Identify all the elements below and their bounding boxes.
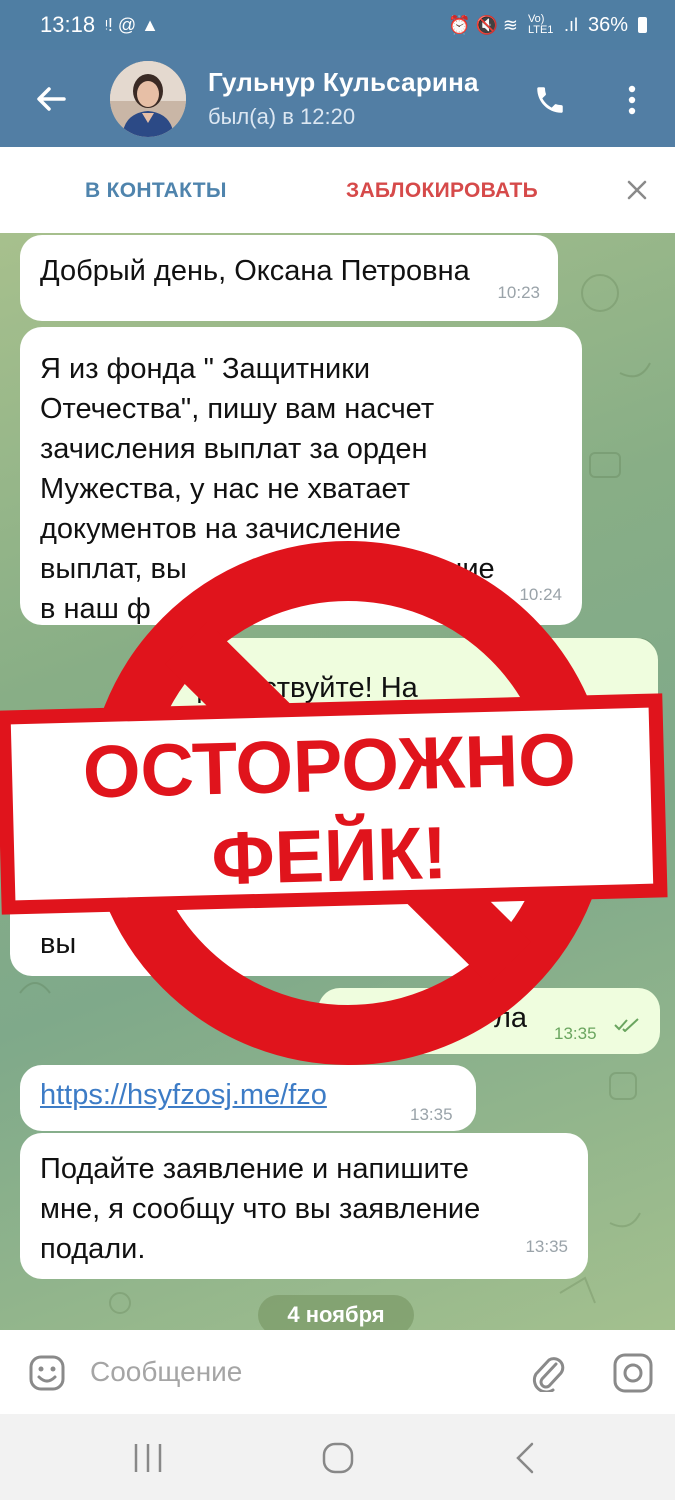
message-bubble[interactable]: Добрый день, Оксана Петровна 10:23 [20, 235, 558, 321]
add-to-contacts-button[interactable]: В КОНТАКТЫ [85, 179, 227, 203]
double-check-icon [614, 1018, 639, 1032]
message-text-line: подали. [40, 1233, 146, 1265]
recent-apps-icon[interactable] [128, 1442, 168, 1474]
message-link[interactable]: https://hsyfzosj.me/fzo [40, 1075, 327, 1115]
date-separator: 4 ноября [258, 1295, 414, 1330]
contact-name[interactable]: Гульнур Кульсарина [208, 67, 508, 98]
network-label: Vo) LTE1 [527, 13, 554, 36]
message-text: ла [494, 1002, 528, 1034]
message-bubble[interactable]: https://hsyfzosj.me/fzo 13:35 [20, 1065, 476, 1131]
message-time: 10:24 [519, 585, 562, 604]
close-action-bar-button[interactable] [622, 175, 652, 205]
message-text: вы [40, 928, 77, 960]
back-button[interactable] [26, 74, 76, 124]
avatar[interactable] [110, 60, 186, 137]
close-icon [627, 180, 647, 200]
message-text-line: выплат, вы явление [40, 549, 562, 589]
message-time: 13:35 [410, 1105, 453, 1124]
message-text-line: Отечества", пишу вам насчет [40, 393, 435, 425]
message-text-line: в наш ф [40, 593, 151, 625]
last-seen-status: был(а) в 12:20 [208, 104, 356, 129]
message-text-line: документов на зачисление [40, 513, 402, 545]
message-bubble-outgoing[interactable]: ла 13:35 [318, 988, 660, 1054]
message-composer [0, 1330, 675, 1414]
unknown-contact-action-bar: В КОНТАКТЫ ЗАБЛОКИРОВАТЬ [0, 147, 675, 233]
message-text-line: мне, я сообщу что вы заявление [40, 1193, 481, 1225]
status-bar: 13:18 ᵎ! @ ▲ ⏰ 🔇 ≋ Vo) LTE1 .ıl 36% [0, 0, 675, 50]
avatar-photo [110, 60, 186, 137]
message-time: 13:35 [554, 1024, 597, 1043]
message-text-fragment: выплат, вы [40, 553, 187, 585]
message-text-fragment: явление [382, 553, 495, 585]
camera-icon [613, 1353, 653, 1393]
notification-icons: ᵎ! @ ▲ [105, 14, 159, 35]
message-text-line: зачисления выплат за орден [40, 433, 428, 465]
alarm-mute-wifi-icons: ⏰ 🔇 ≋ [448, 14, 518, 35]
more-vertical-icon [628, 85, 636, 115]
signal-icon: .ıl [563, 14, 578, 35]
attach-button[interactable] [526, 1348, 570, 1396]
battery-icon [638, 17, 647, 33]
double-check-icon [616, 760, 641, 774]
message-bubble[interactable]: вы [10, 793, 530, 976]
battery-level: 36% [587, 13, 628, 36]
instagram-camera-button[interactable] [610, 1350, 656, 1396]
message-bubble[interactable]: Я из фонда " Защитники Отечества", пишу … [20, 327, 582, 625]
message-input[interactable] [90, 1350, 510, 1394]
phone-icon [537, 87, 563, 113]
home-icon[interactable] [318, 1438, 358, 1478]
message-bubble[interactable]: Подайте заявление и напишите мне, я сооб… [20, 1133, 588, 1279]
message-time: 10:23 [497, 283, 540, 302]
message-text: дравствуйте! На [198, 672, 418, 704]
nav-back-icon[interactable] [510, 1440, 540, 1476]
emoji-button[interactable] [24, 1350, 70, 1396]
message-text: Добрый день, Оксана Петровна [40, 255, 470, 287]
message-bubble-outgoing[interactable]: дравствуйте! На [138, 638, 658, 788]
chat-header: Гульнур Кульсарина был(а) в 12:20 [0, 50, 675, 147]
chat-area[interactable]: Добрый день, Оксана Петровна 10:23 Я из … [0, 233, 675, 1330]
attach-icon [532, 1357, 565, 1392]
message-text-line: Подайте заявление и напишите [40, 1153, 469, 1185]
message-text-line: Я из фонда " Защитники [40, 353, 371, 385]
system-navigation-bar [0, 1414, 675, 1500]
call-button[interactable] [528, 78, 572, 122]
more-options-button[interactable] [612, 78, 652, 122]
message-time: 13:35 [525, 1237, 568, 1256]
block-user-button[interactable]: ЗАБЛОКИРОВАТЬ [346, 179, 538, 203]
emoji-icon [29, 1355, 65, 1391]
message-text-line: Мужества, у нас не хватает [40, 473, 411, 505]
back-arrow-icon [37, 86, 66, 111]
status-time: 13:18 [40, 12, 96, 37]
